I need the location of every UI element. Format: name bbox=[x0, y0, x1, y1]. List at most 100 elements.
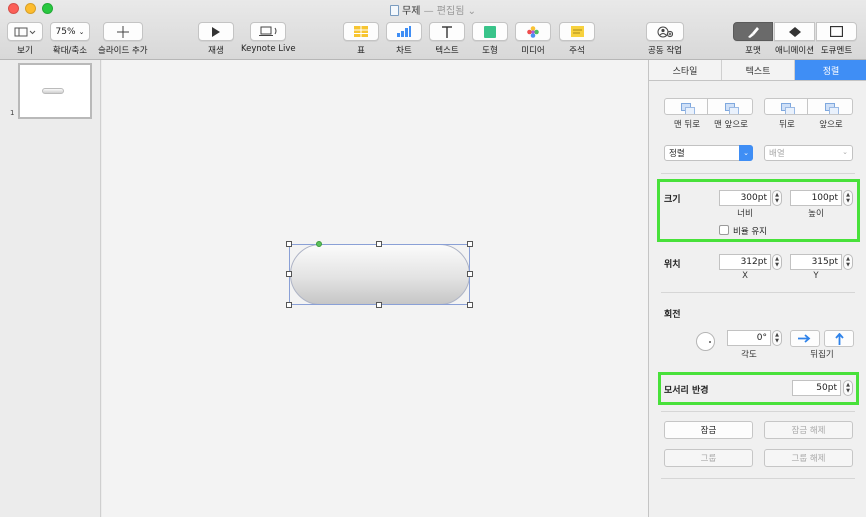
send-backward-label: 뒤로 bbox=[779, 120, 795, 130]
zoom-value: 75% bbox=[55, 26, 76, 37]
table-tool[interactable]: 표 bbox=[343, 22, 379, 56]
resize-handle-bottom[interactable] bbox=[376, 302, 382, 308]
toolbar: 무제 — 편집됨 ⌄ 보기 75% ⌄ 확대/축소 슬라이드 추가 재생 Key… bbox=[0, 0, 866, 60]
height-field[interactable]: 100pt bbox=[790, 190, 842, 206]
resize-handle-left[interactable] bbox=[286, 271, 292, 277]
document-panel-icon bbox=[830, 26, 843, 37]
send-backward-button[interactable] bbox=[765, 99, 809, 114]
add-slide-label: 슬라이드 추가 bbox=[98, 46, 148, 56]
divider bbox=[661, 411, 855, 412]
bring-to-front-button[interactable] bbox=[708, 99, 752, 114]
width-stepper[interactable]: ▲ ▼ bbox=[772, 190, 782, 206]
thumbnail-shape bbox=[42, 88, 64, 94]
play-label: 재생 bbox=[208, 46, 224, 56]
document-label: 도큐멘트 bbox=[820, 46, 853, 56]
resize-handle-top-right[interactable] bbox=[467, 241, 473, 247]
height-stepper[interactable]: ▲ ▼ bbox=[843, 190, 853, 206]
shape-button[interactable] bbox=[472, 22, 508, 41]
play-tool[interactable]: 재생 bbox=[198, 22, 234, 56]
angle-field[interactable]: 0° bbox=[727, 330, 771, 346]
distribute-value: 배열 bbox=[769, 149, 785, 159]
window-title: 무제 — 편집됨 ⌄ bbox=[0, 2, 866, 17]
send-to-back-label: 맨 뒤로 bbox=[673, 120, 701, 130]
keynote-live-button[interactable] bbox=[250, 22, 287, 41]
shape-tool[interactable]: 도형 bbox=[472, 22, 508, 56]
slide-thumbnail[interactable] bbox=[18, 63, 92, 119]
comment-button[interactable] bbox=[559, 22, 595, 41]
corner-radius-handle[interactable] bbox=[316, 241, 322, 247]
animate-button[interactable] bbox=[774, 22, 815, 41]
document-tool[interactable]: 도큐멘트 bbox=[816, 22, 857, 56]
width-field[interactable]: 300pt bbox=[719, 190, 771, 206]
collaborate-icon bbox=[657, 26, 673, 37]
view-button[interactable] bbox=[7, 22, 43, 41]
tab-arrange[interactable]: 정렬 bbox=[795, 60, 866, 80]
angle-label: 각도 bbox=[741, 350, 757, 360]
angle-stepper[interactable]: ▲ ▼ bbox=[772, 330, 782, 346]
x-stepper[interactable]: ▲ ▼ bbox=[772, 254, 782, 270]
resize-handle-bottom-left[interactable] bbox=[286, 302, 292, 308]
lock-button[interactable]: 잠금 bbox=[664, 421, 753, 439]
table-button[interactable] bbox=[343, 22, 379, 41]
play-button[interactable] bbox=[198, 22, 234, 41]
chevron-down-icon[interactable]: ⌄ bbox=[468, 6, 476, 17]
view-tool[interactable]: 보기 bbox=[7, 22, 43, 56]
rotation-dial[interactable] bbox=[696, 332, 715, 351]
zoom-select[interactable]: 75% ⌄ bbox=[50, 22, 90, 41]
size-title: 크기 bbox=[664, 195, 681, 205]
width-label: 너비 bbox=[737, 209, 753, 219]
align-select[interactable]: 정렬 ⌄ bbox=[664, 145, 753, 161]
layer-order-segment bbox=[664, 98, 753, 115]
corner-radius-field[interactable]: 50pt bbox=[792, 380, 841, 396]
document-button[interactable] bbox=[816, 22, 857, 41]
resize-handle-bottom-right[interactable] bbox=[467, 302, 473, 308]
tab-text[interactable]: 텍스트 bbox=[722, 60, 795, 80]
tab-style[interactable]: 스타일 bbox=[649, 60, 722, 80]
animate-label: 애니메이션 bbox=[774, 46, 815, 56]
corner-radius-stepper[interactable]: ▲ ▼ bbox=[843, 380, 853, 396]
group-button: 그룹 bbox=[664, 449, 753, 467]
flip-vertical-button[interactable] bbox=[824, 330, 854, 347]
collaborate-button[interactable] bbox=[646, 22, 684, 41]
collaborate-tool[interactable]: 공동 작업 bbox=[646, 22, 684, 56]
format-button[interactable] bbox=[733, 22, 773, 41]
arrow-up-icon bbox=[834, 332, 844, 345]
send-to-back-button[interactable] bbox=[665, 99, 709, 114]
format-label: 포맷 bbox=[745, 46, 761, 56]
format-tool[interactable]: 포맷 bbox=[733, 22, 773, 56]
y-field[interactable]: 315pt bbox=[790, 254, 842, 270]
divider bbox=[661, 173, 855, 174]
media-button[interactable] bbox=[515, 22, 551, 41]
y-stepper[interactable]: ▲ ▼ bbox=[843, 254, 853, 270]
add-slide-tool[interactable]: 슬라이드 추가 bbox=[98, 22, 148, 56]
media-label: 미디어 bbox=[521, 46, 545, 56]
x-field[interactable]: 312pt bbox=[719, 254, 771, 270]
zoom-tool[interactable]: 75% ⌄ 확대/축소 bbox=[50, 22, 90, 56]
inspector-panel: 스타일 텍스트 정렬 맨 뒤로 맨 앞으로 뒤로 앞으로 정렬 ⌄ 배열 ⌄ 크… bbox=[648, 60, 866, 517]
view-label: 보기 bbox=[17, 46, 33, 56]
constrain-proportions-checkbox[interactable] bbox=[719, 225, 729, 235]
send-backward-icon bbox=[781, 102, 795, 114]
text-tool[interactable]: 텍스트 bbox=[429, 22, 465, 56]
resize-handle-top[interactable] bbox=[376, 241, 382, 247]
divider bbox=[661, 478, 855, 479]
bring-to-front-icon bbox=[725, 102, 739, 114]
flip-horizontal-button[interactable] bbox=[790, 330, 820, 347]
comment-tool[interactable]: 주석 bbox=[559, 22, 595, 56]
keynote-live-tool[interactable]: Keynote Live bbox=[241, 22, 296, 54]
flip-label: 뒤집기 bbox=[810, 350, 834, 360]
unlock-button: 잠금 해제 bbox=[764, 421, 853, 439]
sidebar-icon bbox=[14, 27, 36, 36]
chart-tool[interactable]: 차트 bbox=[386, 22, 422, 56]
chart-button[interactable] bbox=[386, 22, 422, 41]
bring-forward-button[interactable] bbox=[808, 99, 852, 114]
slide-number: 1 bbox=[10, 109, 15, 117]
zoom-label: 확대/축소 bbox=[52, 46, 88, 56]
text-button[interactable] bbox=[429, 22, 465, 41]
media-tool[interactable]: 미디어 bbox=[515, 22, 551, 56]
resize-handle-right[interactable] bbox=[467, 271, 473, 277]
resize-handle-top-left[interactable] bbox=[286, 241, 292, 247]
animate-tool[interactable]: 애니메이션 bbox=[774, 22, 815, 56]
divider bbox=[661, 292, 855, 293]
add-slide-button[interactable] bbox=[102, 22, 143, 41]
